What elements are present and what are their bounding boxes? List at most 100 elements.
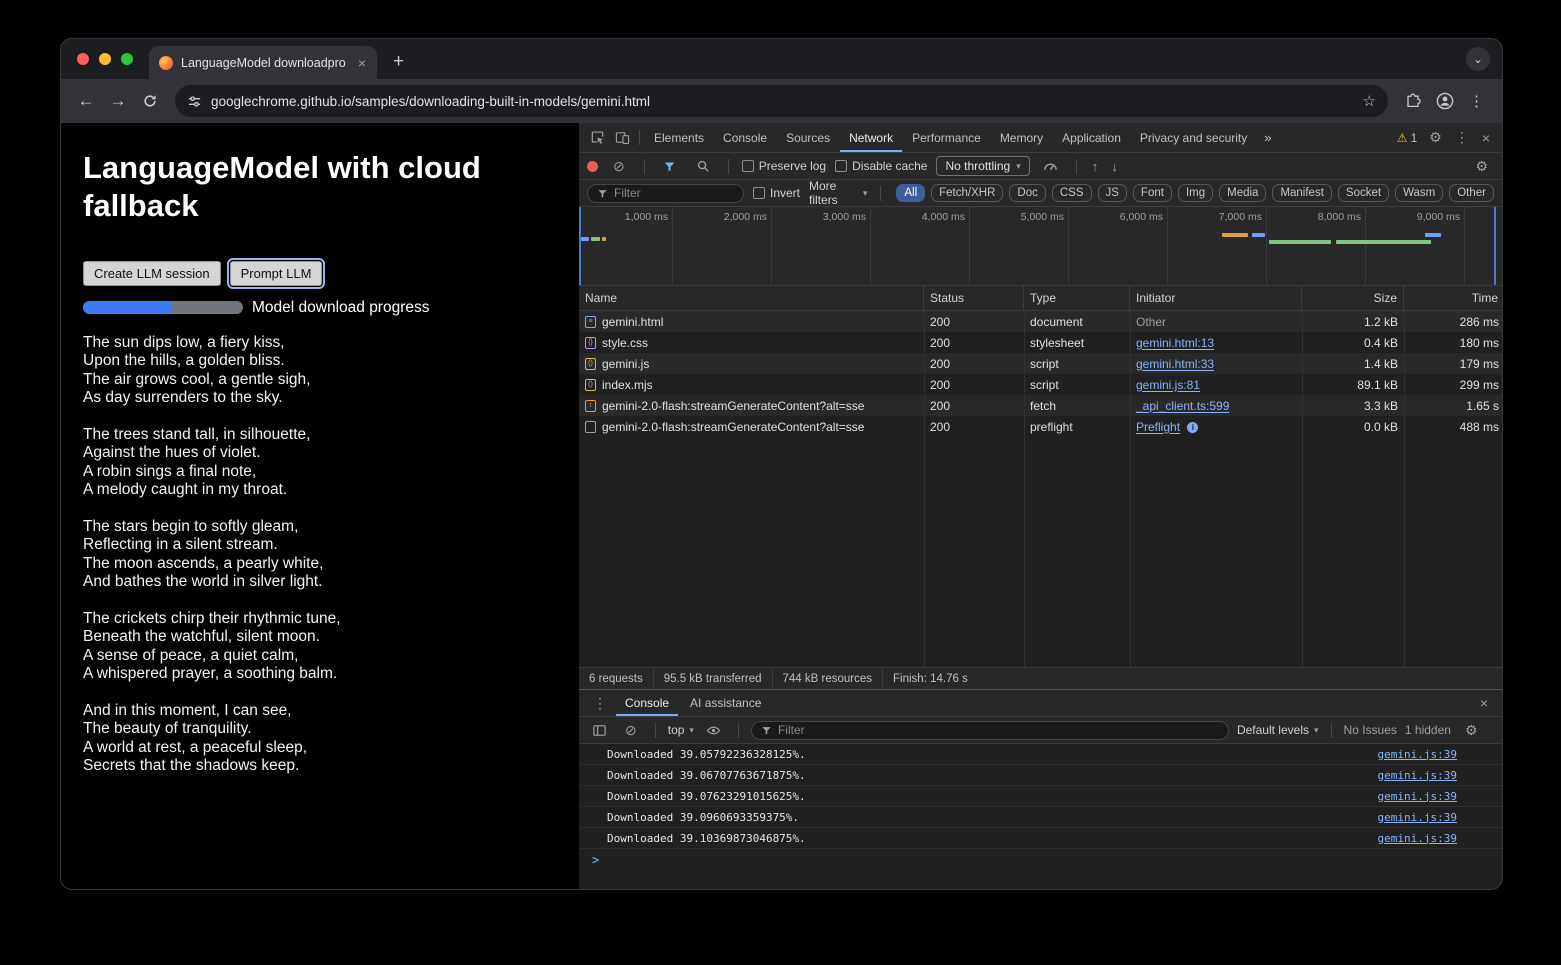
close-window-button[interactable] bbox=[77, 53, 89, 65]
record-network-log-button[interactable] bbox=[587, 161, 598, 172]
minimize-window-button[interactable] bbox=[99, 53, 111, 65]
drawer-tab-ai-assistance[interactable]: AI assistance bbox=[681, 690, 770, 716]
info-icon[interactable]: i bbox=[1187, 422, 1198, 433]
log-levels-dropdown[interactable]: Default levels ▾ bbox=[1237, 723, 1319, 737]
tab-privacy-security[interactable]: Privacy and security bbox=[1131, 123, 1256, 152]
header-time[interactable]: Time bbox=[1404, 286, 1503, 310]
table-row[interactable]: ↕ gemini-2.0-flash:streamGenerateContent… bbox=[579, 395, 1502, 416]
header-size[interactable]: Size bbox=[1302, 286, 1404, 310]
tab-network[interactable]: Network bbox=[840, 123, 902, 152]
filter-pill-media[interactable]: Media bbox=[1219, 184, 1266, 202]
console-filter-input-box[interactable] bbox=[751, 721, 1229, 740]
message-source-link[interactable]: gemini.js:39 bbox=[1378, 748, 1457, 761]
message-source-link[interactable]: gemini.js:39 bbox=[1378, 790, 1457, 803]
search-network-button[interactable] bbox=[691, 155, 715, 177]
console-prompt[interactable]: > bbox=[579, 849, 1502, 871]
hidden-messages-count[interactable]: 1 hidden bbox=[1405, 723, 1451, 737]
console-settings-button[interactable]: ⚙ bbox=[1459, 722, 1484, 739]
filter-toggle-button[interactable] bbox=[658, 155, 682, 177]
tab-sources[interactable]: Sources bbox=[777, 123, 839, 152]
prompt-llm-button[interactable]: Prompt LLM bbox=[230, 261, 323, 286]
header-initiator[interactable]: Initiator bbox=[1130, 286, 1302, 310]
tab-search-button[interactable]: ⌄ bbox=[1466, 47, 1490, 71]
forward-button[interactable]: → bbox=[103, 86, 133, 116]
drawer-menu-button[interactable]: ⋮ bbox=[587, 695, 613, 712]
table-row[interactable]: () gemini.js 200 script gemini.html:33 1… bbox=[579, 353, 1502, 374]
devtools-close-button[interactable]: × bbox=[1476, 130, 1496, 146]
table-row[interactable]: ≡ gemini.html 200 document Other 1.2 kB … bbox=[579, 311, 1502, 332]
devtools-settings-button[interactable]: ⚙ bbox=[1423, 129, 1448, 146]
tab-memory[interactable]: Memory bbox=[991, 123, 1052, 152]
export-har-button[interactable]: ↓ bbox=[1109, 159, 1120, 174]
table-row[interactable]: {} style.css 200 stylesheet gemini.html:… bbox=[579, 332, 1502, 353]
site-settings-icon[interactable] bbox=[187, 94, 202, 109]
header-status[interactable]: Status bbox=[924, 286, 1024, 310]
profile-avatar[interactable] bbox=[1430, 86, 1460, 116]
header-name[interactable]: Name bbox=[579, 286, 924, 310]
throttling-select[interactable]: No throttling ▾ bbox=[936, 156, 1029, 176]
context-selector[interactable]: top ▾ bbox=[668, 723, 694, 737]
device-toolbar-button[interactable] bbox=[610, 127, 634, 149]
filter-pill-font[interactable]: Font bbox=[1133, 184, 1172, 202]
header-type[interactable]: Type bbox=[1024, 286, 1130, 310]
tab-close-icon[interactable]: × bbox=[355, 55, 369, 71]
tab-elements[interactable]: Elements bbox=[645, 123, 713, 152]
filter-pill-all[interactable]: All bbox=[896, 184, 925, 202]
filter-pill-manifest[interactable]: Manifest bbox=[1272, 184, 1331, 202]
issues-counter[interactable]: ⚠ 1 bbox=[1392, 131, 1422, 145]
table-row[interactable]: () index.mjs 200 script gemini.js:81 89.… bbox=[579, 374, 1502, 395]
import-har-button[interactable]: ↑ bbox=[1090, 159, 1101, 174]
new-tab-button[interactable]: + bbox=[387, 50, 410, 73]
filter-pill-doc[interactable]: Doc bbox=[1009, 184, 1045, 202]
timeline-selection-handle[interactable] bbox=[579, 207, 581, 285]
bookmark-star-icon[interactable]: ☆ bbox=[1363, 92, 1376, 110]
network-filter-input-box[interactable] bbox=[587, 184, 744, 203]
invert-checkbox[interactable]: Invert bbox=[753, 186, 800, 200]
table-row[interactable]: gemini-2.0-flash:streamGenerateContent?a… bbox=[579, 416, 1502, 437]
back-button[interactable]: ← bbox=[71, 86, 101, 116]
devtools-menu-button[interactable]: ⋮ bbox=[1449, 129, 1475, 146]
browser-menu-button[interactable]: ⋮ bbox=[1462, 86, 1492, 116]
drawer-close-button[interactable]: × bbox=[1474, 695, 1494, 711]
extensions-button[interactable] bbox=[1398, 86, 1428, 116]
live-expression-button[interactable] bbox=[702, 719, 726, 741]
url-bar[interactable]: googlechrome.github.io/samples/downloadi… bbox=[175, 85, 1388, 117]
network-settings-button[interactable]: ⚙ bbox=[1469, 158, 1494, 175]
filter-pill-css[interactable]: CSS bbox=[1052, 184, 1092, 202]
console-sidebar-button[interactable] bbox=[587, 719, 611, 741]
initiator-link[interactable]: gemini.html:13 bbox=[1136, 336, 1214, 350]
network-filter-input[interactable] bbox=[614, 186, 734, 200]
clear-network-log-button[interactable]: ⊘ bbox=[607, 158, 631, 175]
tab-application[interactable]: Application bbox=[1053, 123, 1130, 152]
filter-pill-other[interactable]: Other bbox=[1449, 184, 1494, 202]
message-source-link[interactable]: gemini.js:39 bbox=[1378, 811, 1457, 824]
clear-console-button[interactable]: ⊘ bbox=[619, 722, 643, 739]
message-source-link[interactable]: gemini.js:39 bbox=[1378, 832, 1457, 845]
filter-pill-img[interactable]: Img bbox=[1178, 184, 1213, 202]
tab-console[interactable]: Console bbox=[714, 123, 776, 152]
filter-pill-socket[interactable]: Socket bbox=[1338, 184, 1389, 202]
disable-cache-checkbox[interactable]: Disable cache bbox=[835, 159, 927, 173]
initiator-link[interactable]: Preflight bbox=[1136, 420, 1180, 434]
inspect-element-button[interactable] bbox=[585, 127, 609, 149]
more-filters-dropdown[interactable]: More filters ▾ bbox=[809, 179, 867, 207]
message-source-link[interactable]: gemini.js:39 bbox=[1378, 769, 1457, 782]
more-tabs-button[interactable]: » bbox=[1257, 130, 1278, 145]
initiator-link[interactable]: gemini.js:81 bbox=[1136, 378, 1200, 392]
create-llm-session-button[interactable]: Create LLM session bbox=[83, 261, 221, 286]
initiator-link[interactable]: _api_client.ts:599 bbox=[1136, 399, 1229, 413]
network-timeline-overview[interactable]: 1,000 ms 2,000 ms 3,000 ms 4,000 ms 5,00… bbox=[579, 207, 1502, 286]
network-conditions-button[interactable] bbox=[1039, 155, 1063, 177]
filter-pill-wasm[interactable]: Wasm bbox=[1395, 184, 1443, 202]
initiator-link[interactable]: gemini.html:33 bbox=[1136, 357, 1214, 371]
reload-button[interactable] bbox=[135, 86, 165, 116]
tab-performance[interactable]: Performance bbox=[903, 123, 990, 152]
zoom-window-button[interactable] bbox=[121, 53, 133, 65]
issues-status[interactable]: No Issues bbox=[1344, 723, 1397, 737]
timeline-selection-handle[interactable] bbox=[1494, 207, 1496, 285]
filter-pill-fetch-xhr[interactable]: Fetch/XHR bbox=[931, 184, 1003, 202]
filter-pill-js[interactable]: JS bbox=[1098, 184, 1127, 202]
browser-tab[interactable]: LanguageModel downloadpro × bbox=[149, 46, 377, 79]
drawer-tab-console[interactable]: Console bbox=[616, 690, 678, 716]
console-filter-input[interactable] bbox=[778, 723, 1219, 737]
